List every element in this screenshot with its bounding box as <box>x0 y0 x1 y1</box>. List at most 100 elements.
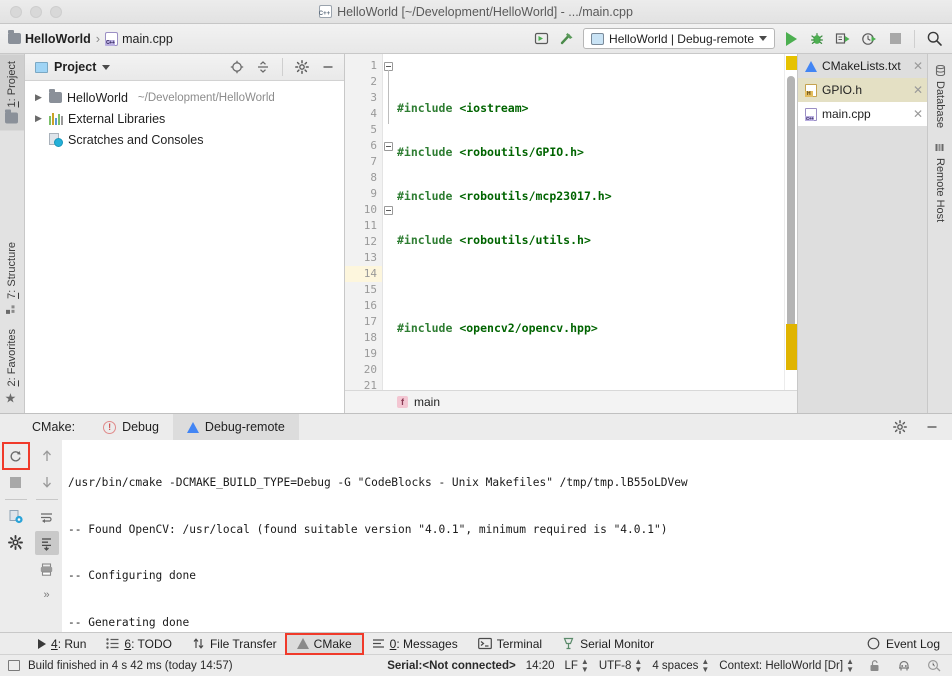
load-configuration-icon[interactable] <box>531 29 551 49</box>
locate-icon[interactable] <box>227 57 247 77</box>
sidebar-item-database[interactable]: Database <box>928 58 952 135</box>
project-tree: ▶ HelloWorld ~/Development/HelloWorld ▶ … <box>25 81 344 413</box>
profile-icon <box>862 32 876 45</box>
sidebar-item-favorites[interactable]: ★ 2: Favorites <box>0 322 24 413</box>
scroll-up-button[interactable] <box>35 444 59 468</box>
tool-button-label: 6: TODO <box>124 636 172 651</box>
arrow-up-icon <box>42 450 51 461</box>
error-stripe[interactable] <box>784 54 797 390</box>
expand-arrow-icon[interactable]: ▶ <box>33 92 44 103</box>
tool-button-terminal[interactable]: Terminal <box>468 635 552 653</box>
cmake-tab-label: Debug <box>122 420 159 434</box>
line-number: 1 <box>370 59 377 72</box>
left-rail-label-project: 1: Project <box>6 61 18 108</box>
right-rail-label-database: Database <box>934 81 946 129</box>
tab-label: main.cpp <box>822 107 871 121</box>
editor-breadcrumb-bar: f main <box>345 390 797 413</box>
tree-item-scratches[interactable]: Scratches and Consoles <box>25 129 344 150</box>
build-hammer-icon[interactable] <box>557 29 577 49</box>
run-icon <box>785 31 797 46</box>
context-selector[interactable]: Context: HelloWorld [Dr] ▲ ▼ <box>719 657 854 674</box>
settings-gear-icon[interactable] <box>890 417 910 437</box>
console-line: /usr/bin/cmake -DCMAKE_BUILD_TYPE=Debug … <box>68 476 688 489</box>
tab-cmakelists[interactable]: CMakeLists.txt ✕ <box>798 54 927 78</box>
sidebar-item-structure[interactable]: 7: Structure <box>0 235 24 322</box>
h-file-icon <box>805 83 817 97</box>
cmake-tab-debug[interactable]: ! Debug <box>89 414 173 440</box>
scroll-down-button[interactable] <box>35 470 59 494</box>
warning-stripe-mark[interactable] <box>786 324 797 370</box>
tool-button-event-log-container[interactable]: Event Log <box>867 637 940 651</box>
toggle-tool-windows-icon[interactable] <box>8 660 20 671</box>
cmake-settings-button[interactable] <box>4 505 28 529</box>
search-everywhere-button[interactable] <box>924 29 944 49</box>
line-separator-selector[interactable]: LF ▲ ▼ <box>564 657 588 674</box>
settings-gear-icon[interactable] <box>292 57 312 77</box>
tool-button-run[interactable]: 4: Run <box>28 635 96 653</box>
stop-button[interactable] <box>4 470 28 494</box>
scroll-to-end-button[interactable] <box>34 531 59 555</box>
reload-cmake-project-button[interactable] <box>1 442 30 470</box>
caret-position[interactable]: 14:20 <box>526 660 555 672</box>
close-icon[interactable]: ✕ <box>913 83 923 97</box>
run-configuration-selector[interactable]: HelloWorld | Debug-remote <box>583 28 775 49</box>
soft-wrap-icon <box>41 512 52 523</box>
cmake-icon <box>805 60 817 72</box>
lock-icon[interactable] <box>864 656 884 676</box>
tab-gpio-h[interactable]: GPIO.h ✕ <box>798 78 927 102</box>
breadcrumb-function-label[interactable]: main <box>414 395 440 409</box>
chevron-down-icon[interactable] <box>102 64 111 70</box>
editor-tabs-list: CMakeLists.txt ✕ GPIO.h ✕ main.cpp ✕ <box>797 54 927 413</box>
attach-to-process-button[interactable] <box>833 29 853 49</box>
settings-gear-icon <box>7 535 23 550</box>
code-editor[interactable]: 1 2 3 4 5 6 7 8 9 10 11 12 13 14 15 16 1 <box>345 54 797 390</box>
profile-button[interactable] <box>859 29 879 49</box>
sidebar-item-project[interactable]: 1: Project <box>0 54 24 131</box>
line-number: 7 <box>370 155 377 168</box>
tree-item-external-libraries[interactable]: ▶ External Libraries <box>25 108 344 129</box>
tool-button-serial-monitor[interactable]: Serial Monitor <box>552 635 664 653</box>
tool-button-file-transfer[interactable]: File Transfer <box>182 635 287 653</box>
tool-button-label: Event Log <box>885 636 940 651</box>
messages-icon <box>372 639 384 648</box>
expand-more-button[interactable]: » <box>35 583 59 607</box>
close-icon[interactable]: ✕ <box>913 59 923 73</box>
cmake-console-output[interactable]: /usr/bin/cmake -DCMAKE_BUILD_TYPE=Debug … <box>62 440 952 632</box>
database-status-icon[interactable] <box>894 656 914 676</box>
editor-scrollbar-thumb[interactable] <box>787 76 795 346</box>
run-button[interactable] <box>781 29 801 49</box>
collapse-all-icon[interactable] <box>253 57 273 77</box>
hide-icon[interactable] <box>318 57 338 77</box>
code-content[interactable]: #include <iostream> #include <roboutils/… <box>395 54 784 390</box>
encoding-selector[interactable]: UTF-8 ▲ ▼ <box>599 657 643 674</box>
breadcrumb-project[interactable]: HelloWorld <box>8 30 91 46</box>
close-icon[interactable]: ✕ <box>913 107 923 121</box>
fold-gutter[interactable] <box>383 54 395 390</box>
soft-wrap-button[interactable] <box>35 505 59 529</box>
serial-monitor-icon <box>563 637 574 650</box>
tool-button-todo[interactable]: 6: TODO <box>96 635 182 653</box>
tool-button-cmake[interactable]: CMake <box>284 632 364 655</box>
tool-button-label: Serial Monitor <box>580 636 655 651</box>
settings-gear-button[interactable] <box>4 531 28 555</box>
serial-status[interactable]: Serial:<Not connected> <box>387 660 515 672</box>
tool-button-messages[interactable]: 0: Messages <box>362 635 468 653</box>
hide-icon[interactable] <box>922 417 942 437</box>
warning-stripe-mark[interactable] <box>786 56 797 70</box>
breadcrumb-file[interactable]: main.cpp <box>105 31 173 46</box>
print-button[interactable] <box>35 557 59 581</box>
inspection-icon[interactable] <box>924 656 944 676</box>
sidebar-item-remote-host[interactable]: Remote Host <box>928 135 952 229</box>
expand-arrow-icon[interactable]: ▶ <box>33 113 44 124</box>
cmake-side-toolbar: » <box>0 440 62 632</box>
indent-selector[interactable]: 4 spaces ▲ ▼ <box>652 657 709 674</box>
stop-button[interactable] <box>885 29 905 49</box>
run-with-coverage-icon <box>835 32 850 44</box>
run-icon <box>38 638 46 649</box>
cmake-tab-debug-remote[interactable]: Debug-remote <box>172 414 299 440</box>
line-number: 19 <box>363 347 377 360</box>
tab-main-cpp[interactable]: main.cpp ✕ <box>798 102 927 126</box>
debug-button[interactable] <box>807 29 827 49</box>
line-number: 8 <box>370 171 377 184</box>
tree-item-helloworld[interactable]: ▶ HelloWorld ~/Development/HelloWorld <box>25 87 344 108</box>
